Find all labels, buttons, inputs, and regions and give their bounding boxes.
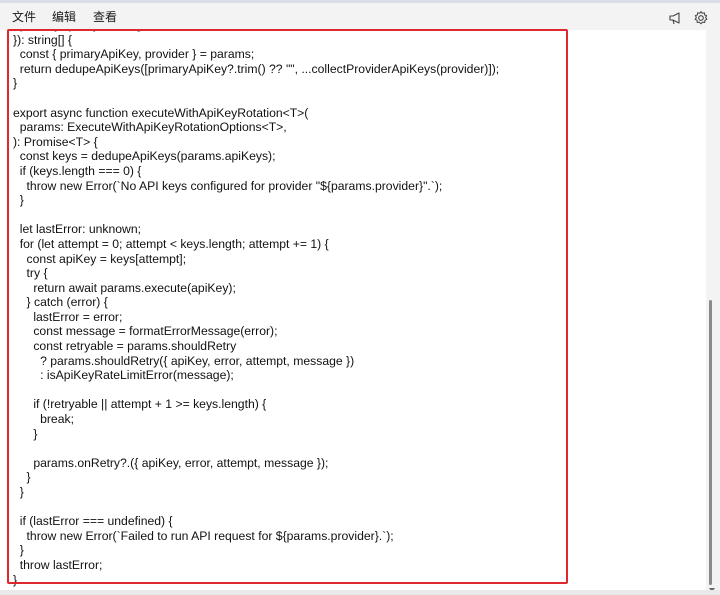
code-line[interactable]: params: ExecuteWithApiKeyRotationOptions… xyxy=(13,120,499,135)
code-line[interactable]: const { primaryApiKey, provider } = para… xyxy=(13,47,499,62)
code-content[interactable]: primaryApiKey?: string;}): string[] { co… xyxy=(13,30,499,587)
text-editor[interactable]: primaryApiKey?: string;}): string[] { co… xyxy=(0,30,706,590)
code-line[interactable]: if (keys.length === 0) { xyxy=(13,164,499,179)
code-line[interactable]: if (!retryable || attempt + 1 >= keys.le… xyxy=(13,397,499,412)
code-line[interactable]: for (let attempt = 0; attempt < keys.len… xyxy=(13,237,499,252)
code-line[interactable]: try { xyxy=(13,266,499,281)
code-line[interactable]: const keys = dedupeApiKeys(params.apiKey… xyxy=(13,149,499,164)
code-line[interactable] xyxy=(13,500,499,515)
code-line[interactable]: } xyxy=(13,76,499,91)
status-strip xyxy=(0,590,720,595)
code-line[interactable]: }): string[] { xyxy=(13,33,499,48)
notepad-window: 文件 编辑 查看 primaryApiKey?: string;}): stri… xyxy=(0,0,720,595)
code-line[interactable]: let lastError: unknown; xyxy=(13,222,499,237)
code-line[interactable]: throw new Error(`No API keys configured … xyxy=(13,179,499,194)
code-line[interactable]: throw lastError; xyxy=(13,558,499,573)
code-line[interactable]: throw new Error(`Failed to run API reque… xyxy=(13,529,499,544)
menu-view[interactable]: 查看 xyxy=(93,9,117,25)
code-line[interactable]: break; xyxy=(13,412,499,427)
code-line[interactable]: return dedupeApiKeys([primaryApiKey?.tri… xyxy=(13,62,499,77)
menu-bar: 文件 编辑 查看 xyxy=(0,0,720,30)
code-line[interactable]: ? params.shouldRetry({ apiKey, error, at… xyxy=(13,354,499,369)
code-line[interactable]: const message = formatErrorMessage(error… xyxy=(13,324,499,339)
code-line[interactable]: } xyxy=(13,427,499,442)
menu-edit[interactable]: 编辑 xyxy=(52,9,76,25)
code-line[interactable]: params.onRetry?.({ apiKey, error, attemp… xyxy=(13,456,499,471)
menu-file[interactable]: 文件 xyxy=(12,9,36,25)
code-line[interactable]: } catch (error) { xyxy=(13,295,499,310)
code-line[interactable]: } xyxy=(13,543,499,558)
code-line[interactable] xyxy=(13,383,499,398)
code-line[interactable]: lastError = error; xyxy=(13,310,499,325)
code-line[interactable]: ): Promise<T> { xyxy=(13,135,499,150)
code-line[interactable]: } xyxy=(13,470,499,485)
code-line[interactable]: : isApiKeyRateLimitError(message); xyxy=(13,368,499,383)
code-line[interactable]: } xyxy=(13,573,499,588)
code-line[interactable]: export async function executeWithApiKeyR… xyxy=(13,106,499,121)
gear-icon[interactable] xyxy=(693,10,709,26)
code-line[interactable]: return await params.execute(apiKey); xyxy=(13,281,499,296)
code-line[interactable] xyxy=(13,91,499,106)
scrollbar-thumb[interactable] xyxy=(709,300,712,585)
code-line[interactable] xyxy=(13,208,499,223)
code-line[interactable]: const apiKey = keys[attempt]; xyxy=(13,252,499,267)
code-line[interactable] xyxy=(13,441,499,456)
code-line[interactable]: } xyxy=(13,485,499,500)
code-line[interactable]: } xyxy=(13,193,499,208)
code-line[interactable]: if (lastError === undefined) { xyxy=(13,514,499,529)
code-line[interactable]: const retryable = params.shouldRetry xyxy=(13,339,499,354)
announcement-icon[interactable] xyxy=(668,10,684,26)
